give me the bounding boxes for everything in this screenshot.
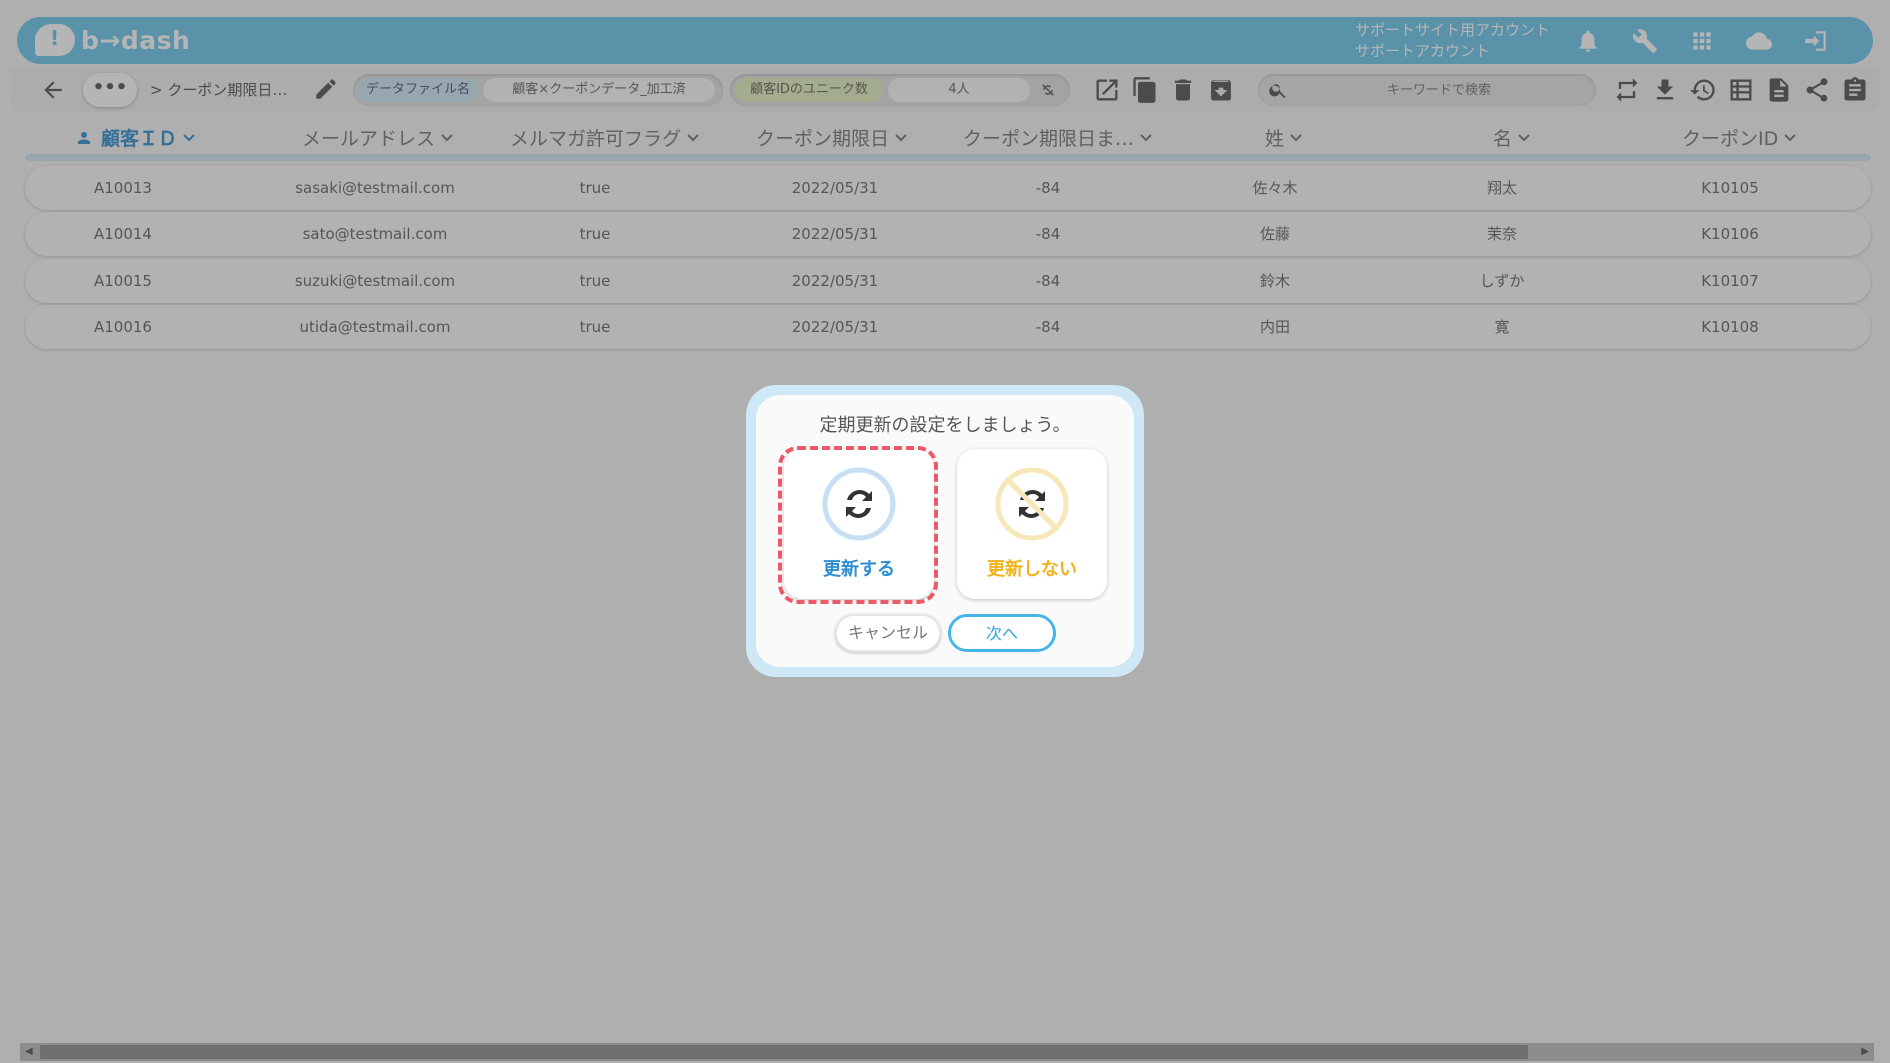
cancel-button[interactable]: キャンセル (835, 614, 941, 652)
selection-highlight (778, 446, 938, 604)
dialog-title: 定期更新の設定をしましょう。 (819, 415, 1071, 436)
sync-disabled-icon (995, 467, 1069, 541)
option-no-update-label: 更新しない (987, 559, 1077, 580)
next-button[interactable]: 次へ (948, 614, 1056, 652)
option-no-update[interactable]: 更新しない (957, 449, 1107, 599)
